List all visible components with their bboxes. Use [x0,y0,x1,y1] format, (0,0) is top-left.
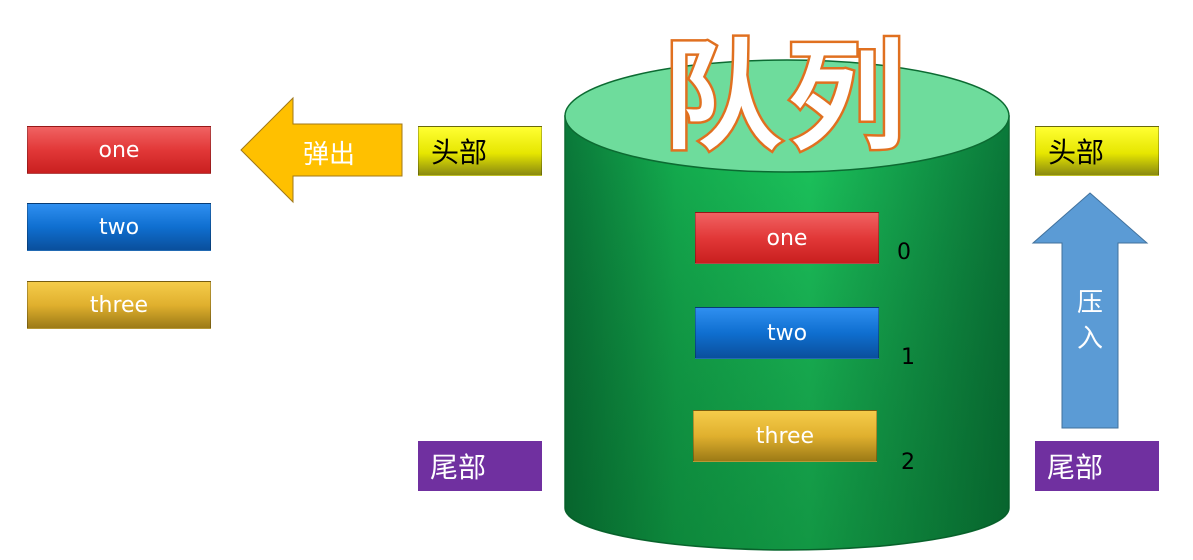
queue-index-0: 0 [897,240,911,265]
queue-item-one: one [695,212,879,264]
left-tail-label: 尾部 [418,441,542,491]
queue-title: 队列 [663,28,911,166]
push-label-line2: 入 [1076,324,1103,354]
push-label-line1: 压 [1076,288,1103,318]
right-head-label: 头部 [1035,126,1159,176]
left-list-item-one: one [27,126,211,174]
pop-label: 弹出 [303,140,356,170]
queue-item-two: two [695,307,879,359]
diagram-graphics: 队列 [240,26,1149,551]
left-list-item-three: three [27,281,211,329]
queue-item-three: three [693,410,877,462]
queue-index-1: 1 [901,345,915,370]
left-list-item-two: two [27,203,211,251]
right-tail-label: 尾部 [1035,441,1159,491]
left-head-label: 头部 [418,126,542,176]
queue-index-2: 2 [901,450,915,475]
